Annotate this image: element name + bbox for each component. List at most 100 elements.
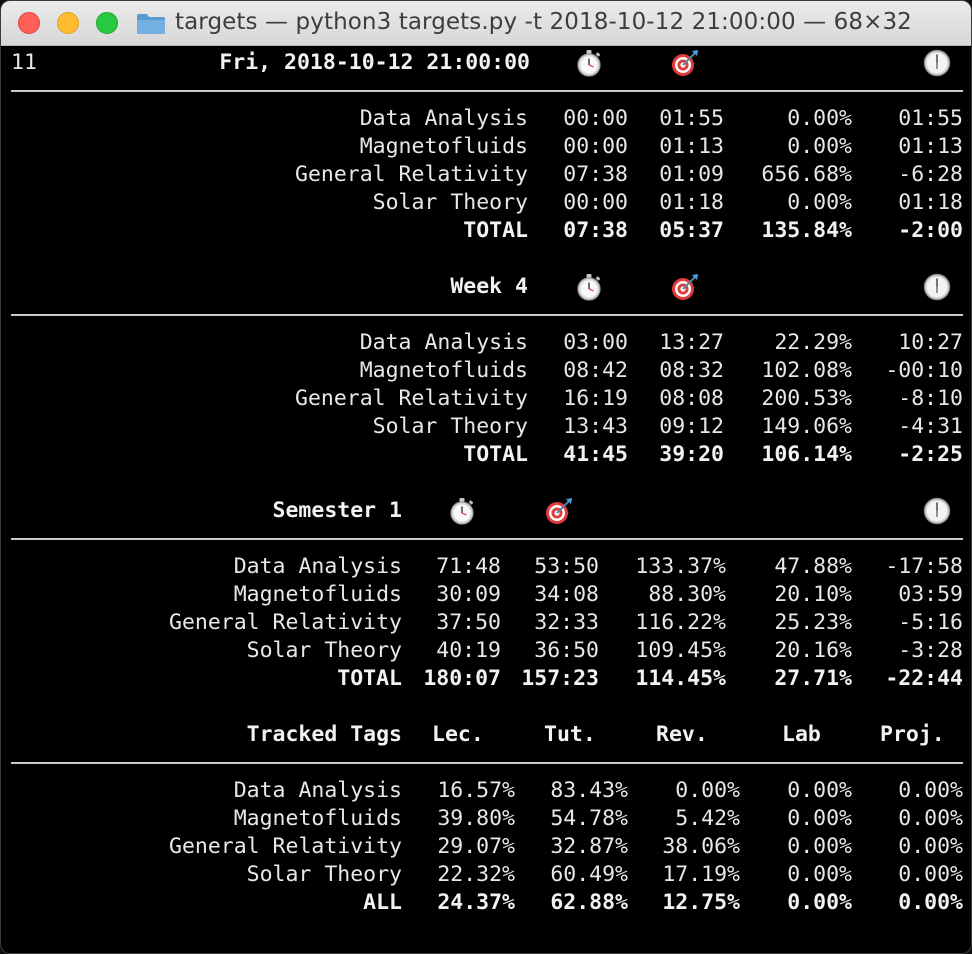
week-heading: Week 4 — [450, 274, 528, 299]
percent: 116.22% — [635, 610, 726, 635]
subject-name: Magnetofluids — [233, 806, 402, 831]
line-number: 11 — [11, 50, 37, 75]
time-actual: 00:00 — [563, 134, 628, 159]
difference: -6:28 — [898, 162, 963, 187]
tag-percent: 39.80% — [437, 806, 515, 831]
time-actual: 00:00 — [563, 190, 628, 215]
tag-percent: 54.78% — [550, 806, 628, 831]
total-tag-percent: 24.37% — [437, 890, 515, 915]
time-target: 01:13 — [659, 134, 724, 159]
subject-name: Data Analysis — [233, 778, 402, 803]
percent: 88.30% — [648, 582, 726, 607]
difference: 01:18 — [898, 190, 963, 215]
total-tag-percent: 62.88% — [550, 890, 628, 915]
percent: 0.00% — [787, 190, 852, 215]
tag-percent: 16.57% — [437, 778, 515, 803]
tag-percent: 0.00% — [898, 862, 963, 887]
subject-name: Magnetofluids — [359, 358, 528, 383]
total-label: TOTAL — [463, 218, 528, 243]
subject-name: General Relativity — [169, 834, 402, 859]
tag-percent: 38.06% — [662, 834, 740, 859]
total-label: TOTAL — [463, 442, 528, 467]
time-target: 08:32 — [659, 358, 724, 383]
tag-percent: 22.32% — [437, 862, 515, 887]
folder-icon — [137, 14, 165, 34]
tag-column-header: Rev. — [656, 722, 708, 747]
subject-name: Data Analysis — [359, 106, 528, 131]
tag-percent: 60.49% — [550, 862, 628, 887]
percent: 656.68% — [761, 162, 852, 187]
time-target: 34:08 — [534, 582, 599, 607]
total-difference: -2:00 — [898, 218, 963, 243]
tag-column-header: Lec. — [432, 722, 484, 747]
time-target: 09:12 — [659, 414, 724, 439]
total-difference: -22:44 — [885, 666, 963, 691]
clock-icon — [923, 497, 951, 525]
time-actual: 03:00 — [563, 330, 628, 355]
subject-name: Solar Theory — [372, 414, 528, 439]
total-percent: 114.45% — [635, 666, 726, 691]
time-target: 08:08 — [659, 386, 724, 411]
tag-percent: 0.00% — [787, 862, 852, 887]
tag-percent: 17.19% — [662, 862, 740, 887]
total-percent: 135.84% — [761, 218, 852, 243]
difference: 01:55 — [898, 106, 963, 131]
close-button[interactable] — [18, 12, 40, 34]
total-label: ALL — [363, 890, 402, 915]
percent: 102.08% — [761, 358, 852, 383]
subject-name: Solar Theory — [372, 190, 528, 215]
tags-heading: Tracked Tags — [246, 722, 402, 747]
tag-percent: 0.00% — [898, 806, 963, 831]
subject-name: Data Analysis — [359, 330, 528, 355]
tag-percent: 0.00% — [898, 778, 963, 803]
subject-name: Solar Theory — [246, 638, 402, 663]
tag-column-header: Lab — [782, 722, 821, 747]
terminal-content: 11 Fri, 2018-10-12 21:00:00 Data Analysis 0… — [1, 46, 971, 953]
percent: 22.29% — [774, 330, 852, 355]
target-dart-icon — [672, 274, 698, 300]
percent: 109.45% — [635, 638, 726, 663]
difference: -8:10 — [898, 386, 963, 411]
percent: 149.06% — [761, 414, 852, 439]
total-actual: 07:38 — [563, 218, 628, 243]
time-target: 13:27 — [659, 330, 724, 355]
time-actual: 30:09 — [436, 582, 501, 607]
subject-name: Magnetofluids — [359, 134, 528, 159]
tag-percent: 32.87% — [550, 834, 628, 859]
difference: -4:31 — [898, 414, 963, 439]
zoom-button[interactable] — [96, 12, 118, 34]
total-tag-percent: 0.00% — [787, 890, 852, 915]
share-percent: 20.10% — [774, 582, 852, 607]
time-actual: 13:43 — [563, 414, 628, 439]
total-percent: 106.14% — [761, 442, 852, 467]
percent: 0.00% — [787, 134, 852, 159]
total-actual: 180:07 — [423, 666, 501, 691]
tag-percent: 0.00% — [787, 778, 852, 803]
subject-name: Magnetofluids — [233, 582, 402, 607]
total-share: 27.71% — [774, 666, 852, 691]
difference: -17:58 — [885, 554, 963, 579]
total-target: 157:23 — [521, 666, 599, 691]
difference: 01:13 — [898, 134, 963, 159]
total-target: 39:20 — [659, 442, 724, 467]
percent: 200.53% — [761, 386, 852, 411]
tag-percent: 5.42% — [675, 806, 740, 831]
time-actual: 07:38 — [563, 162, 628, 187]
time-target: 01:55 — [659, 106, 724, 131]
stopwatch-icon — [577, 274, 601, 301]
tag-percent: 29.07% — [437, 834, 515, 859]
time-target: 53:50 — [534, 554, 599, 579]
title-bar: targets — python3 targets.py -t 2018-10-… — [1, 1, 971, 46]
share-percent: 20.16% — [774, 638, 852, 663]
time-target: 36:50 — [534, 638, 599, 663]
minimize-button[interactable] — [57, 12, 79, 34]
total-label: TOTAL — [337, 666, 402, 691]
total-tag-percent: 12.75% — [662, 890, 740, 915]
time-actual: 40:19 — [436, 638, 501, 663]
difference: 03:59 — [898, 582, 963, 607]
total-difference: -2:25 — [898, 442, 963, 467]
subject-name: Data Analysis — [233, 554, 402, 579]
window-title: targets — python3 targets.py -t 2018-10-… — [175, 9, 912, 35]
time-actual: 71:48 — [436, 554, 501, 579]
clock-icon — [923, 273, 951, 301]
